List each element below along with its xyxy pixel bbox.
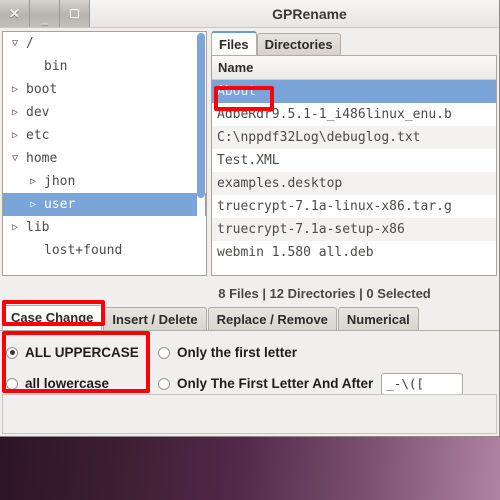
tree-item-dev[interactable]: ▷ dev bbox=[3, 101, 206, 124]
radio-icon[interactable] bbox=[6, 346, 18, 359]
radio-label: ALL UPPERCASE bbox=[25, 345, 139, 360]
tree-scrollbar[interactable] bbox=[197, 33, 205, 274]
main-panes: ▽ / bin ▷ boot ▷ dev ▷ etc ▽ home ▷ jhon… bbox=[0, 28, 499, 280]
tree-item-label: jhon bbox=[44, 174, 76, 189]
radio-all-uppercase[interactable]: ALL UPPERCASE bbox=[6, 345, 158, 360]
tree-item-etc[interactable]: ▷ etc bbox=[3, 124, 206, 147]
file-row[interactable]: examples.desktop bbox=[212, 172, 496, 195]
file-list[interactable]: Name About AdbeRdr9.5.1-1_i486linux_enu.… bbox=[211, 55, 497, 276]
chevron-right-icon[interactable]: ▷ bbox=[7, 130, 23, 141]
file-row[interactable]: Test.XML bbox=[212, 149, 496, 172]
radio-icon[interactable] bbox=[158, 346, 170, 359]
window-title: GPRename bbox=[272, 5, 347, 22]
file-row[interactable]: AdbeRdr9.5.1-1_i486linux_enu.b bbox=[212, 103, 496, 126]
preview-panel bbox=[2, 394, 497, 434]
tree-item-home[interactable]: ▽ home bbox=[3, 147, 206, 170]
chevron-down-icon[interactable]: ▽ bbox=[7, 38, 23, 49]
chevron-right-icon[interactable]: ▷ bbox=[25, 199, 41, 210]
tree-item-label: home bbox=[26, 151, 58, 166]
radio-only-first-letter[interactable]: Only the first letter bbox=[158, 345, 297, 360]
radio-only-first-letter-and-after[interactable]: Only The First Letter And After bbox=[158, 376, 381, 391]
directory-tree[interactable]: ▽ / bin ▷ boot ▷ dev ▷ etc ▽ home ▷ jhon… bbox=[2, 31, 207, 276]
radio-all-lowercase[interactable]: all lowercase bbox=[6, 376, 158, 391]
chevron-right-icon[interactable]: ▷ bbox=[25, 176, 41, 187]
tab-insert-delete[interactable]: Insert / Delete bbox=[103, 307, 207, 330]
tree-item-label: / bbox=[26, 36, 34, 51]
file-row[interactable]: About bbox=[212, 80, 496, 103]
tree-item-lost-found[interactable]: lost+found bbox=[3, 239, 206, 262]
gprename-window: ✕ _ GPRename ▽ / bin ▷ boot ▷ dev ▷ etc … bbox=[0, 0, 500, 437]
tree-item-lib[interactable]: ▷ lib bbox=[3, 216, 206, 239]
chevron-right-icon[interactable]: ▷ bbox=[7, 84, 23, 95]
tree-item-label: lost+found bbox=[44, 243, 123, 258]
file-row[interactable]: webmin 1.580 all.deb bbox=[212, 241, 496, 264]
tree-item-label: etc bbox=[26, 128, 50, 143]
file-row[interactable]: truecrypt-7.1a-linux-x86.tar.g bbox=[212, 195, 496, 218]
tab-numerical[interactable]: Numerical bbox=[337, 307, 419, 330]
radio-icon[interactable] bbox=[6, 377, 18, 390]
operation-tab-bar: Case Change Insert / Delete Replace / Re… bbox=[0, 305, 499, 331]
tree-item-label: bin bbox=[44, 59, 68, 74]
file-tab-bar: Files Directories bbox=[211, 31, 497, 55]
desktop-wallpaper bbox=[0, 436, 500, 500]
tab-directories[interactable]: Directories bbox=[256, 33, 341, 55]
column-header-name[interactable]: Name bbox=[212, 56, 496, 80]
radio-label: Only the first letter bbox=[177, 345, 298, 360]
chevron-down-icon[interactable]: ▽ bbox=[7, 153, 23, 164]
tree-item-label: dev bbox=[26, 105, 50, 120]
radio-icon[interactable] bbox=[158, 377, 170, 390]
after-separators-input[interactable]: _-\([ bbox=[381, 372, 464, 395]
status-bar: 8 Files | 12 Directories | 0 Selected bbox=[0, 280, 499, 306]
tab-files[interactable]: Files bbox=[211, 31, 257, 55]
file-row[interactable]: C:\nppdf32Log\debuglog.txt bbox=[212, 126, 496, 149]
tree-item-jhon[interactable]: ▷ jhon bbox=[3, 170, 206, 193]
tree-scrollbar-thumb[interactable] bbox=[197, 33, 205, 198]
tree-item-label: user bbox=[44, 197, 76, 212]
tree-item-boot[interactable]: ▷ boot bbox=[3, 78, 206, 101]
options-row-1: ALL UPPERCASE Only the first letter bbox=[6, 337, 499, 368]
tree-item-label: lib bbox=[26, 220, 50, 235]
titlebar: ✕ _ GPRename bbox=[0, 0, 499, 28]
tree-item-bin[interactable]: bin bbox=[3, 55, 206, 78]
tab-replace-remove[interactable]: Replace / Remove bbox=[207, 307, 337, 330]
tree-item-user[interactable]: ▷ user bbox=[3, 193, 206, 216]
file-row[interactable]: truecrypt-7.1a-setup-x86 bbox=[212, 218, 496, 241]
radio-label: all lowercase bbox=[25, 376, 110, 391]
chevron-right-icon[interactable]: ▷ bbox=[7, 222, 23, 233]
tree-item-label: boot bbox=[26, 82, 58, 97]
screen: ✕ _ GPRename ▽ / bin ▷ boot ▷ dev ▷ etc … bbox=[0, 0, 500, 500]
radio-label: Only The First Letter And After bbox=[177, 376, 374, 391]
chevron-right-icon[interactable]: ▷ bbox=[7, 107, 23, 118]
tab-case-change[interactable]: Case Change bbox=[2, 305, 103, 330]
files-pane: Files Directories Name About AdbeRdr9.5.… bbox=[211, 31, 497, 276]
tree-item-root[interactable]: ▽ / bbox=[3, 32, 206, 55]
